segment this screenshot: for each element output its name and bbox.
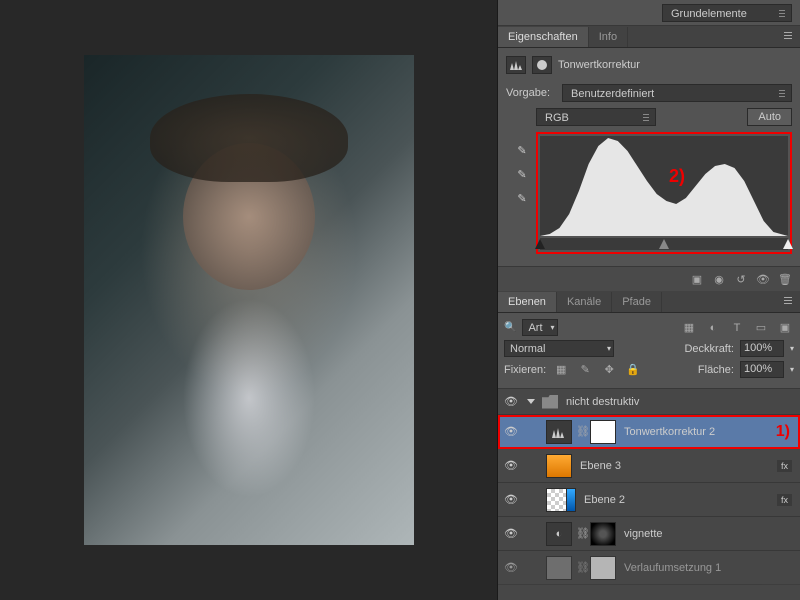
layer-mask-thumb[interactable] bbox=[590, 556, 616, 580]
layer-name[interactable]: Ebene 3 bbox=[576, 460, 773, 472]
levels-histogram[interactable]: 2) bbox=[540, 136, 788, 236]
tab-info[interactable]: Info bbox=[589, 27, 628, 47]
fx-badge[interactable]: fx bbox=[777, 460, 792, 472]
tab-ebenen[interactable]: Ebenen bbox=[498, 292, 557, 312]
fill-label: Fläche: bbox=[698, 364, 734, 376]
link-mask-icon[interactable]: ⛓ bbox=[576, 561, 586, 574]
layer-name[interactable]: nicht destruktiv bbox=[562, 396, 796, 408]
input-levels-slider[interactable] bbox=[540, 238, 788, 250]
preset-dropdown[interactable]: Benutzerdefiniert bbox=[562, 84, 792, 102]
layer-tonwertkorrektur[interactable]: 👁 ⛓ Tonwertkorrektur 2 1) bbox=[498, 415, 800, 449]
adjustment-thumb-icon bbox=[546, 420, 572, 444]
reset-icon[interactable]: ↺ bbox=[732, 271, 750, 287]
layer-filter-dropdown[interactable]: Art bbox=[522, 319, 557, 336]
lock-position-icon[interactable]: ✥ bbox=[600, 362, 618, 378]
visibility-toggle[interactable]: 👁 bbox=[502, 491, 520, 509]
document-image[interactable] bbox=[84, 55, 414, 545]
annotation-1: 1) bbox=[776, 423, 790, 441]
fill-input[interactable]: 100% bbox=[740, 361, 784, 378]
eyedropper-gray-icon[interactable]: ✎ bbox=[514, 166, 530, 182]
visibility-toggle[interactable]: 👁 bbox=[502, 423, 520, 441]
adjustment-thumb-icon: ◐ bbox=[546, 522, 572, 546]
histogram-highlight: 2) bbox=[536, 132, 792, 254]
lock-transparency-icon[interactable]: ▦ bbox=[552, 362, 570, 378]
layer-thumb[interactable] bbox=[546, 454, 572, 478]
layer-ebene3[interactable]: 👁 Ebene 3 fx bbox=[498, 449, 800, 483]
black-point-handle[interactable] bbox=[535, 239, 545, 249]
eyedropper-black-icon[interactable]: ✎ bbox=[514, 142, 530, 158]
layer-name[interactable]: Ebene 2 bbox=[580, 494, 773, 506]
visibility-toggle[interactable]: 👁 bbox=[502, 393, 520, 411]
layer-name[interactable]: Verlaufumsetzung 1 bbox=[620, 562, 796, 574]
tab-kanaele[interactable]: Kanäle bbox=[557, 292, 612, 312]
filter-shape-icon[interactable]: ▭ bbox=[752, 320, 770, 336]
white-point-handle[interactable] bbox=[783, 239, 793, 249]
layers-controls: 🔍 Art ▦ ◐ T ▭ ▣ Normal Deckkraft: 100% ▾… bbox=[498, 313, 800, 389]
tab-pfade[interactable]: Pfade bbox=[612, 292, 662, 312]
mask-icon bbox=[532, 56, 552, 74]
folder-icon bbox=[542, 395, 558, 409]
adjustment-thumb-icon bbox=[546, 556, 572, 580]
layer-mask-thumb[interactable] bbox=[590, 420, 616, 444]
layer-ebene2[interactable]: 👁 Ebene 2 fx bbox=[498, 483, 800, 517]
lock-label: Fixieren: bbox=[504, 364, 546, 376]
layer-thumb-overlay bbox=[566, 488, 576, 512]
right-panels: Grundelemente Eigenschaften Info Tonwert… bbox=[497, 0, 800, 600]
layers-menu-icon[interactable] bbox=[782, 295, 796, 307]
layer-name[interactable]: Tonwertkorrektur 2 bbox=[620, 426, 772, 438]
view-previous-icon[interactable]: ◉ bbox=[710, 271, 728, 287]
opacity-label: Deckkraft: bbox=[684, 343, 734, 355]
visibility-toggle[interactable]: 👁 bbox=[502, 559, 520, 577]
fx-badge[interactable]: fx bbox=[777, 494, 792, 506]
properties-panel: Tonwertkorrektur Vorgabe: Benutzerdefini… bbox=[498, 48, 800, 266]
layer-list: 👁 nicht destruktiv 👁 ⛓ Tonwertkorrektur … bbox=[498, 389, 800, 600]
lock-all-icon[interactable]: 🔒 bbox=[624, 362, 642, 378]
visibility-toggle[interactable]: 👁 bbox=[502, 457, 520, 475]
properties-footer: ▣ ◉ ↺ 👁 🗑 bbox=[498, 266, 800, 291]
layer-name[interactable]: vignette bbox=[620, 528, 796, 540]
opacity-input[interactable]: 100% bbox=[740, 340, 784, 357]
layer-group[interactable]: 👁 nicht destruktiv bbox=[498, 389, 800, 415]
visibility-icon[interactable]: 👁 bbox=[754, 271, 772, 287]
visibility-toggle[interactable]: 👁 bbox=[502, 525, 520, 543]
canvas-area[interactable] bbox=[0, 0, 497, 600]
properties-tabs: Eigenschaften Info bbox=[498, 26, 800, 48]
levels-icon bbox=[506, 56, 526, 74]
panel-menu-icon[interactable] bbox=[782, 30, 796, 42]
layer-vignette[interactable]: 👁 ◐ ⛓ vignette bbox=[498, 517, 800, 551]
layers-tabs: Ebenen Kanäle Pfade bbox=[498, 291, 800, 313]
lock-pixels-icon[interactable]: ✎ bbox=[576, 362, 594, 378]
link-mask-icon[interactable]: ⛓ bbox=[576, 425, 586, 438]
layer-verlauf[interactable]: 👁 ⛓ Verlaufumsetzung 1 bbox=[498, 551, 800, 585]
filter-image-icon[interactable]: ▦ bbox=[680, 320, 698, 336]
gray-point-handle[interactable] bbox=[659, 239, 669, 249]
eyedropper-white-icon[interactable]: ✎ bbox=[514, 190, 530, 206]
filter-type-icon[interactable]: T bbox=[728, 320, 746, 336]
filter-adjust-icon[interactable]: ◐ bbox=[704, 320, 722, 336]
auto-button[interactable]: Auto bbox=[747, 108, 792, 126]
preset-label: Vorgabe: bbox=[506, 87, 556, 99]
options-bar: Grundelemente bbox=[498, 0, 800, 26]
trash-icon[interactable]: 🗑 bbox=[776, 271, 794, 287]
blend-mode-dropdown[interactable]: Normal bbox=[504, 340, 614, 357]
filter-smart-icon[interactable]: ▣ bbox=[776, 320, 794, 336]
tab-eigenschaften[interactable]: Eigenschaften bbox=[498, 27, 589, 47]
collapse-icon[interactable] bbox=[527, 399, 535, 404]
layer-mask-thumb[interactable] bbox=[590, 522, 616, 546]
channel-dropdown[interactable]: RGB bbox=[536, 108, 656, 126]
link-mask-icon[interactable]: ⛓ bbox=[576, 527, 586, 540]
clip-icon[interactable]: ▣ bbox=[688, 271, 706, 287]
workspace-dropdown[interactable]: Grundelemente bbox=[662, 4, 792, 22]
annotation-2: 2) bbox=[669, 166, 685, 187]
adjustment-title: Tonwertkorrektur bbox=[558, 59, 640, 71]
